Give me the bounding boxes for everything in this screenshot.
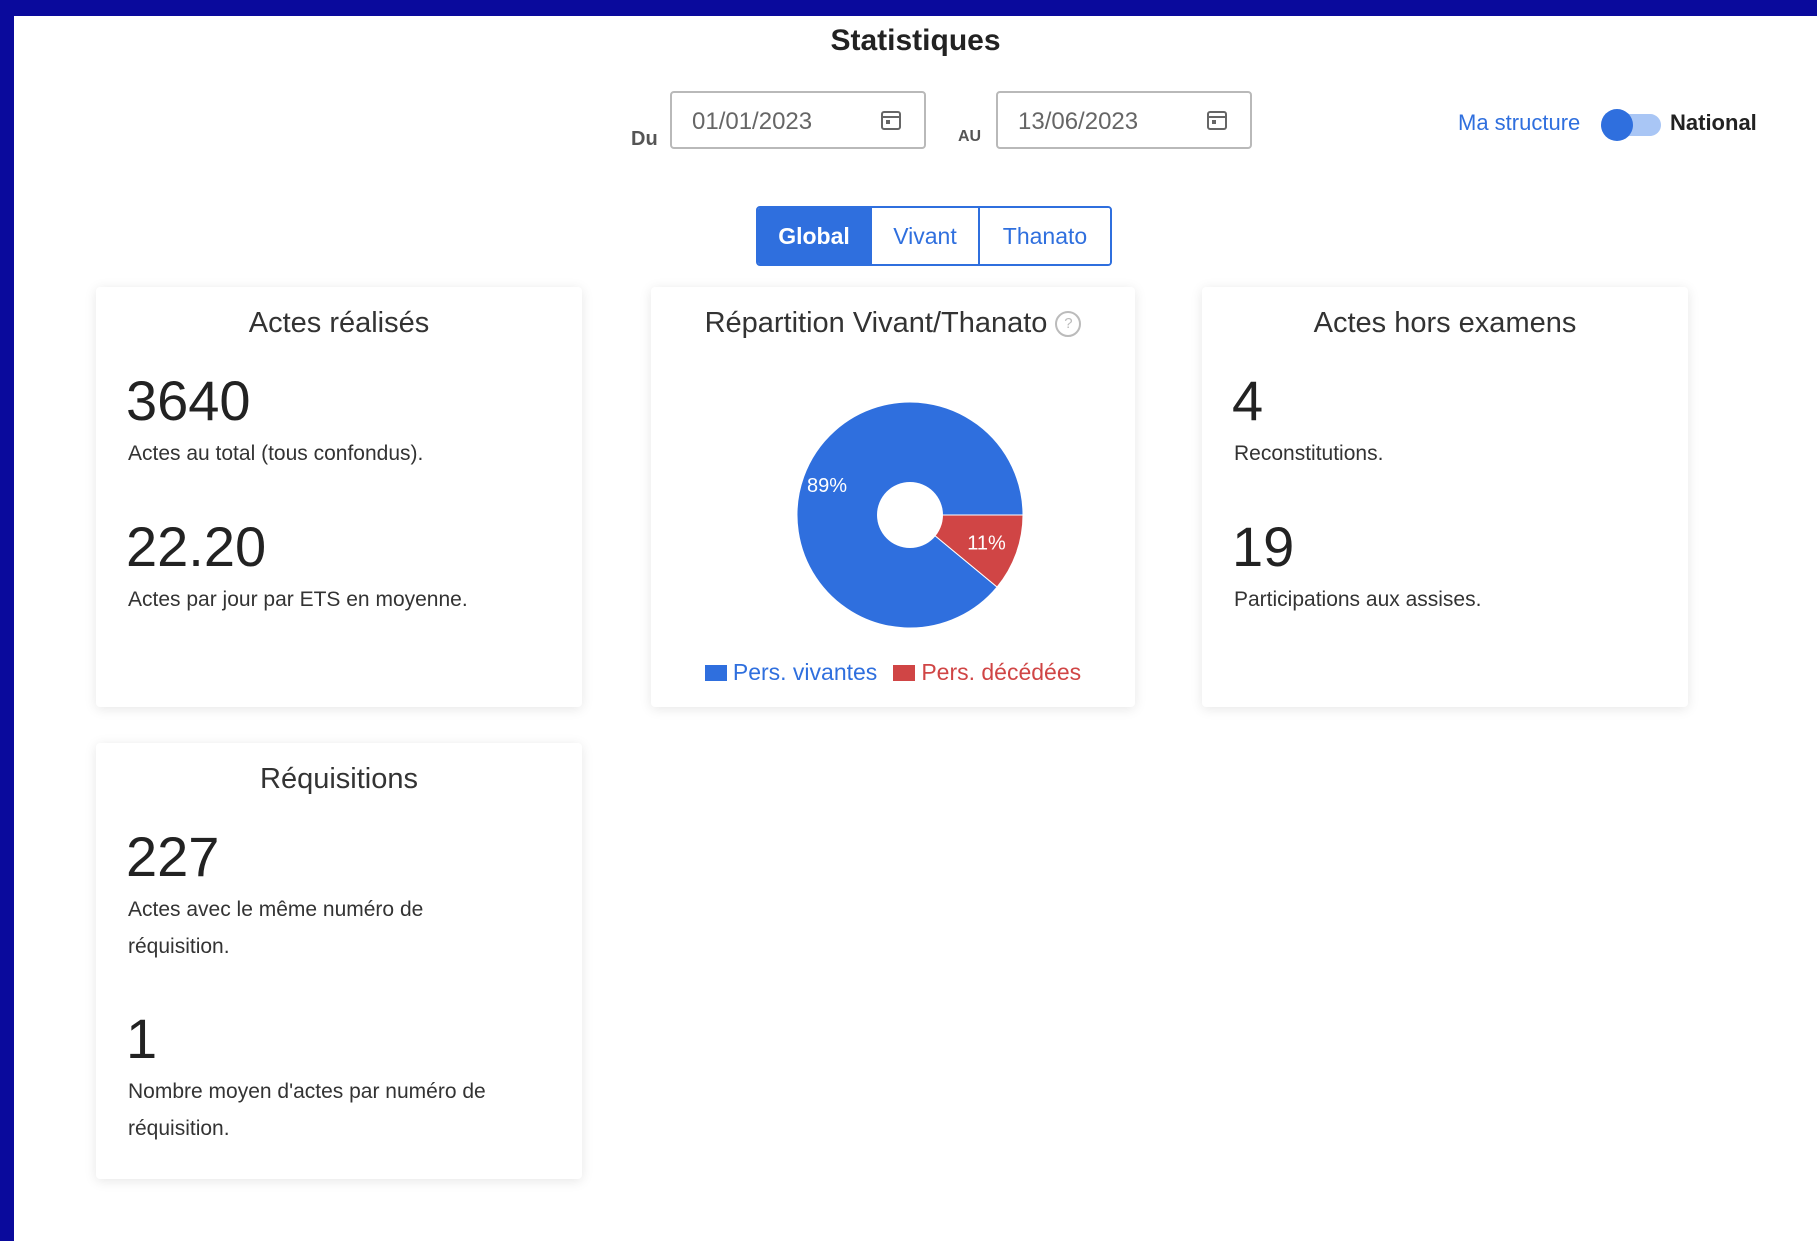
- tab-vivant[interactable]: Vivant: [872, 208, 980, 264]
- card-title: Répartition Vivant/Thanato?: [651, 307, 1135, 340]
- card-actes-realises: Actes réalisés 3640 Actes au total (tous…: [96, 287, 582, 707]
- legend-item-vivantes[interactable]: Pers. vivantes: [704, 659, 878, 686]
- to-label: AU: [958, 128, 982, 145]
- stat-description: Nombre moyen d'actes par numéro de réqui…: [128, 1080, 486, 1140]
- card-repartition: Répartition Vivant/Thanato? 89% 11% Pers.…: [651, 287, 1135, 707]
- card-requisitions: Réquisitions 227 Actes avec le même numé…: [96, 743, 582, 1179]
- page: Statistiques Du 01/01/2023 AU 13/06/2023…: [14, 16, 1817, 1241]
- card-title: Actes réalisés: [248, 307, 430, 339]
- view-tabs: Global Vivant Thanato: [756, 206, 1112, 266]
- toggle-knob: [1601, 109, 1633, 141]
- chart-legend: Pers. vivantes Pers. décédées: [651, 659, 1135, 686]
- card-title: Actes hors examens: [1313, 307, 1577, 339]
- stat-description: Participations aux assises.: [1234, 588, 1482, 611]
- legend-swatch: [893, 664, 916, 681]
- stat-value: 1: [126, 1007, 158, 1070]
- from-date-field[interactable]: 01/01/2023: [670, 91, 926, 149]
- slice-label: 89%: [807, 475, 847, 497]
- legend-label: Pers. vivantes: [732, 659, 878, 685]
- stat-description: Reconstitutions.: [1234, 442, 1384, 465]
- repartition-donut-chart: 89% 11%: [796, 401, 1024, 629]
- legend-item-decedees[interactable]: Pers. décédées: [893, 659, 1081, 686]
- card-actes-hors-examens: Actes hors examens 4 Reconstitutions. 19…: [1202, 287, 1688, 707]
- legend-swatch: [704, 664, 727, 681]
- to-date-value: 13/06/2023: [1018, 108, 1139, 135]
- donut-hole: [877, 482, 943, 548]
- scope-right-label[interactable]: National: [1670, 110, 1757, 136]
- stat-description: Actes au total (tous confondus).: [128, 442, 424, 465]
- tab-global[interactable]: Global: [758, 208, 872, 264]
- to-date-field[interactable]: 13/06/2023: [996, 91, 1252, 149]
- stat-value: 22.20: [126, 515, 267, 578]
- scope-left-label[interactable]: Ma structure: [1458, 110, 1580, 136]
- from-date-value: 01/01/2023: [692, 108, 813, 135]
- calendar-icon[interactable]: [880, 109, 902, 131]
- stat-value: 3640: [126, 369, 251, 432]
- card-title-text: Répartition Vivant/Thanato: [704, 307, 1048, 339]
- from-label: Du: [631, 128, 658, 150]
- scope-toggle[interactable]: [1601, 109, 1661, 141]
- stat-value: 19: [1232, 515, 1295, 578]
- question-circle-icon[interactable]: ?: [1055, 311, 1082, 338]
- stat-value: 227: [126, 825, 220, 888]
- slice-label: 11%: [967, 533, 1006, 555]
- card-title: Réquisitions: [260, 763, 418, 795]
- tab-thanato[interactable]: Thanato: [980, 208, 1110, 264]
- stat-description: Actes par jour par ETS en moyenne.: [128, 588, 468, 611]
- legend-label: Pers. décédées: [921, 659, 1082, 685]
- calendar-icon[interactable]: [1206, 109, 1228, 131]
- stat-description: Actes avec le même numéro de réquisition…: [128, 898, 424, 958]
- page-title: Statistiques: [830, 24, 1001, 57]
- stat-value: 4: [1232, 369, 1264, 432]
